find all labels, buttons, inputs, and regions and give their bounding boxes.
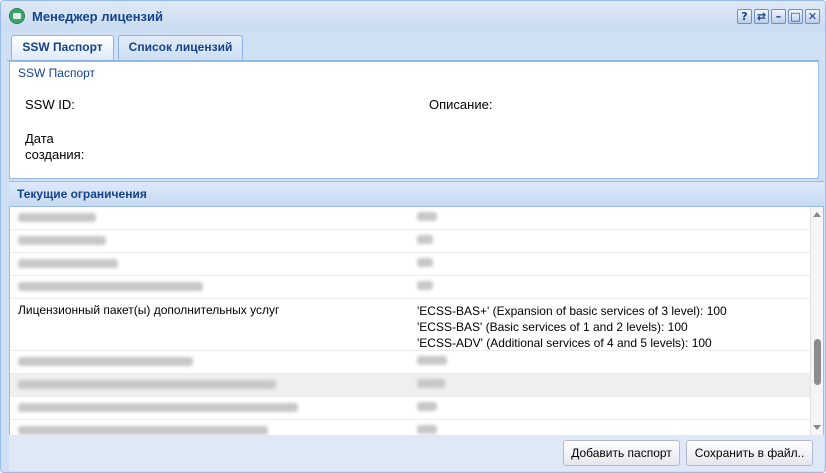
ssw-passport-panel: SSW Паспорт SSW ID: Описание: Дата созда… [9,61,819,179]
description-label: Описание: [429,97,493,112]
close-icon[interactable]: ✕ [805,9,820,24]
scroll-up-icon[interactable] [813,212,821,217]
license-package-values: 'ECSS-BAS+' (Expansion of basic services… [417,303,727,351]
table-row[interactable] [10,276,812,299]
current-limits-header[interactable]: Текущие ограничения [9,181,824,207]
table-row[interactable] [10,207,812,230]
limits-grid: Лицензионный пакет(ы) дополнительных усл… [9,207,824,435]
refresh-icon[interactable]: ⇄ [754,9,769,24]
redacted-name [18,257,118,271]
redacted-value [417,232,433,248]
scroll-thumb[interactable] [814,339,821,385]
license-package-name: Лицензионный пакет(ы) дополнительных усл… [18,303,280,317]
window-title: Менеджер лицензий [32,9,163,24]
redacted-value [417,376,445,392]
window-tools: ? ⇄ – □ ✕ [737,9,820,24]
minimize-icon[interactable]: – [771,9,786,24]
table-row-license-package[interactable]: Лицензионный пакет(ы) дополнительных усл… [10,299,812,351]
redacted-name [18,378,276,392]
package-value-bas: 'ECSS-BAS' (Basic services of 1 and 2 le… [417,320,688,334]
add-passport-button[interactable]: Добавить паспорт [563,440,680,466]
tab-ssw-passport[interactable]: SSW Паспорт [11,35,114,60]
license-manager-window: Менеджер лицензий ? ⇄ – □ ✕ SSW Паспорт … [0,0,826,473]
redacted-value [417,209,437,225]
app-icon [9,8,25,24]
package-value-adv: 'ECSS-ADV' (Additional services of 4 and… [417,336,712,350]
current-limits-title: Текущие ограничения [17,187,147,201]
tab-strip: SSW Паспорт Список лицензий [7,32,819,61]
created-label-line2: создания: [25,147,85,162]
table-row[interactable] [10,374,812,397]
passport-section-title: SSW Паспорт [18,66,96,80]
redacted-name [18,234,106,248]
help-icon[interactable]: ? [737,9,752,24]
redacted-value [417,422,437,435]
ssw-id-label: SSW ID: [25,97,75,112]
save-to-file-button[interactable]: Сохранить в файл.. [686,440,813,466]
table-row[interactable] [10,397,812,420]
redacted-name [18,424,268,435]
created-date-label: Дата создания: [25,131,84,163]
redacted-value [417,255,433,271]
redacted-name [18,211,96,225]
title-bar[interactable]: Менеджер лицензий ? ⇄ – □ ✕ [1,1,825,31]
redacted-name [18,401,298,415]
redacted-name [18,355,193,369]
redacted-value [417,353,447,369]
table-row[interactable] [10,230,812,253]
footer-toolbar: Добавить паспорт Сохранить в файл.. [9,435,824,471]
maximize-icon[interactable]: □ [788,9,803,24]
table-row[interactable] [10,420,812,435]
created-label-line1: Дата [25,131,54,146]
tab-license-list[interactable]: Список лицензий [118,35,243,59]
table-row[interactable] [10,253,812,276]
scroll-down-icon[interactable] [813,425,821,430]
table-row[interactable] [10,351,812,374]
redacted-value [417,399,437,415]
redacted-value [417,278,433,294]
grid-scrollbar[interactable] [810,207,823,435]
redacted-name [18,280,203,294]
package-value-bas-plus: 'ECSS-BAS+' (Expansion of basic services… [417,304,727,318]
